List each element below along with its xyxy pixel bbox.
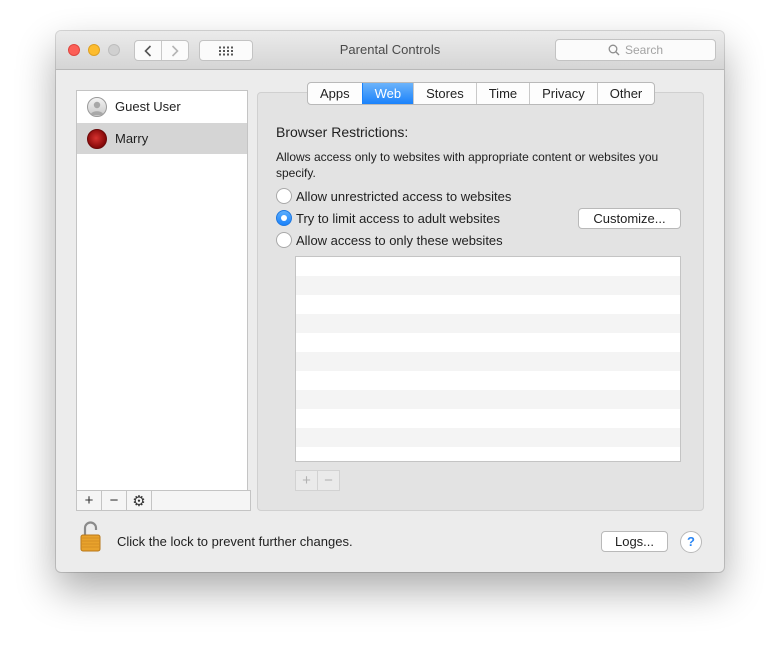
- remove-website-button[interactable]: −: [317, 471, 339, 490]
- list-item: [296, 447, 680, 461]
- option-unrestricted[interactable]: Allow unrestricted access to websites: [276, 188, 511, 204]
- tab-apps[interactable]: Apps: [308, 83, 362, 104]
- list-item: [296, 295, 680, 314]
- search-placeholder: Search: [624, 43, 664, 57]
- list-item: [296, 276, 680, 295]
- option-limit-adult[interactable]: Try to limit access to adult websites: [276, 210, 500, 226]
- parental-controls-window: Parental Controls Search Guest User Marr…: [56, 31, 724, 572]
- list-item: [296, 390, 680, 409]
- user-row-marry[interactable]: Marry: [77, 123, 247, 154]
- titlebar: Parental Controls Search: [56, 31, 724, 70]
- search-icon: [608, 44, 620, 56]
- browser-restrictions-description: Allows access only to websites with appr…: [276, 150, 659, 180]
- flower-avatar-icon: [87, 128, 107, 149]
- list-item: [296, 333, 680, 352]
- radio-button[interactable]: [276, 232, 292, 248]
- tab-stores[interactable]: Stores: [413, 83, 476, 104]
- tab-web[interactable]: Web: [361, 83, 414, 104]
- help-button[interactable]: ?: [680, 531, 702, 553]
- remove-user-button[interactable]: −: [102, 491, 127, 510]
- list-item: [296, 371, 680, 390]
- user-name: Marry: [115, 131, 149, 146]
- add-user-button[interactable]: +: [77, 491, 102, 510]
- radio-label: Allow access to only these websites: [296, 232, 503, 248]
- radio-button[interactable]: [276, 188, 292, 204]
- list-item: [296, 428, 680, 447]
- tab-other[interactable]: Other: [596, 83, 655, 104]
- user-name: Guest User: [115, 99, 181, 114]
- user-actions-gear-icon[interactable]: ⚙: [127, 491, 152, 510]
- lock-message: Click the lock to prevent further change…: [117, 534, 353, 549]
- user-list: Guest User Marry: [76, 90, 248, 491]
- list-item: [296, 409, 680, 428]
- search-field[interactable]: Search: [555, 39, 716, 61]
- list-item: [296, 257, 680, 276]
- radio-button-selected[interactable]: [276, 210, 292, 226]
- tab-bar: Apps Web Stores Time Privacy Other: [307, 82, 656, 105]
- browser-restrictions-heading: Browser Restrictions:: [276, 124, 409, 140]
- add-website-button[interactable]: +: [296, 471, 317, 490]
- tab-time[interactable]: Time: [475, 83, 529, 104]
- tab-privacy[interactable]: Privacy: [529, 83, 597, 104]
- logs-button[interactable]: Logs...: [601, 531, 668, 552]
- radio-label: Allow unrestricted access to websites: [296, 188, 512, 204]
- list-item: [296, 352, 680, 371]
- guest-avatar-icon: [87, 96, 107, 117]
- radio-label: Try to limit access to adult websites: [296, 210, 500, 226]
- user-row-guest-user[interactable]: Guest User: [77, 91, 247, 122]
- customize-button[interactable]: Customize...: [578, 208, 681, 229]
- list-item: [296, 314, 680, 333]
- websites-list-toolbar: + −: [295, 470, 340, 491]
- lock-icon[interactable]: [80, 521, 104, 553]
- allowed-websites-list[interactable]: [295, 256, 681, 462]
- user-list-toolbar: + − ⚙: [76, 490, 251, 511]
- option-only-these[interactable]: Allow access to only these websites: [276, 232, 503, 248]
